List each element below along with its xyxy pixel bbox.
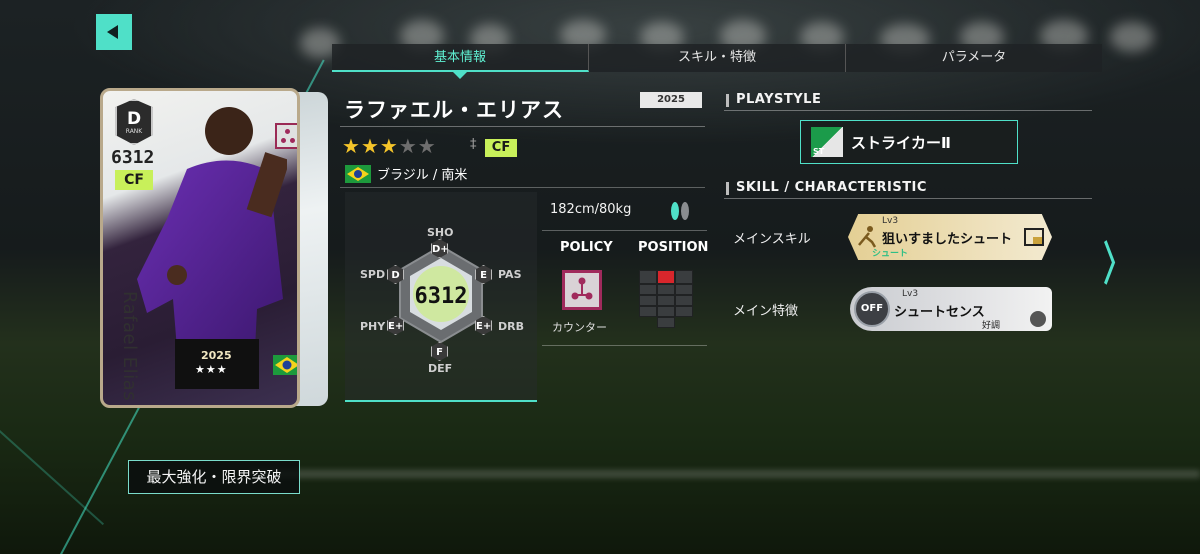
- counter-policy-icon: [562, 270, 602, 310]
- counter-policy-icon: [275, 123, 297, 149]
- card-overall-rating: 6312: [111, 147, 155, 168]
- back-button[interactable]: [96, 14, 132, 50]
- trait-level: Lv3: [902, 289, 919, 299]
- nation-row: ブラジル / 南米: [345, 164, 467, 183]
- rank-label: RANK: [125, 127, 143, 135]
- divider: [340, 126, 705, 127]
- stat-label-pas: PAS: [498, 268, 522, 281]
- condition-face-icon: [1030, 311, 1046, 327]
- striker-playstyle-icon: ST: [811, 127, 843, 157]
- divider: [724, 110, 1092, 111]
- main-skill-button[interactable]: Lv3 狙いすましたシュート シュート: [848, 214, 1052, 260]
- main-skill-label: メインスキル: [733, 232, 811, 247]
- height-weight: 182cm/80kg: [550, 202, 632, 217]
- stat-label-sho: SHO: [427, 226, 454, 239]
- main-trait-button[interactable]: OFF Lv3 シュートセンス 好調: [850, 287, 1052, 331]
- stat-label-drb: DRB: [498, 320, 524, 333]
- stat-label-def: DEF: [428, 362, 453, 375]
- card-position-tag: CF: [115, 170, 153, 190]
- card-front: D RANK 6312 CF Rafael Elias 2025 ★★★: [100, 88, 300, 408]
- tab-parameters[interactable]: パラメータ: [846, 44, 1102, 72]
- brazil-flag-icon: [345, 164, 371, 183]
- max-upgrade-button[interactable]: 最大強化・限界突破: [128, 460, 300, 494]
- star-empty-icon: ★: [417, 134, 437, 158]
- stat-label-spd: SPD: [360, 268, 386, 281]
- star-icon: ★: [342, 134, 361, 158]
- offense-badge: OFF: [854, 291, 890, 327]
- card-stars: ★★★: [195, 363, 228, 376]
- star-icon: ★: [360, 134, 380, 158]
- main-trait-label: メイン特徴: [733, 304, 799, 319]
- tab-basic-info[interactable]: 基本情報: [332, 44, 589, 79]
- goal-icon: [1024, 228, 1044, 246]
- star-empty-icon: ★: [398, 134, 418, 158]
- preferred-foot-icon: [671, 202, 689, 220]
- decorative-line: [0, 430, 105, 526]
- back-arrow-icon: [107, 25, 118, 39]
- overall-rating: 6312: [414, 284, 468, 309]
- nation-label: ブラジル / 南米: [377, 168, 468, 183]
- position-map: [639, 270, 693, 328]
- skill-heading: SKILL / CHARACTERISTIC: [726, 180, 927, 195]
- star-icon: ★: [379, 134, 399, 158]
- skill-name: 狙いすましたシュート: [882, 232, 1013, 247]
- position-title: POSITION: [638, 240, 709, 255]
- season-badge: 2025: [640, 92, 702, 108]
- pitch-line: [250, 470, 1200, 478]
- policy-title: POLICY: [560, 240, 613, 255]
- rarity-stars: ★★★★★: [342, 134, 437, 158]
- divider: [340, 187, 705, 188]
- next-player-arrow-icon[interactable]: 〉: [1103, 228, 1131, 294]
- card-player-name: Rafael Elias: [119, 291, 140, 402]
- playstyle-badge: ST: [813, 147, 825, 156]
- divider: [542, 230, 707, 231]
- tab-skills-traits[interactable]: スキル・特徴: [589, 44, 846, 72]
- position-badge: CF: [485, 139, 517, 157]
- stat-hexagon-panel: SHO D+ PAS E DRB E+ DEF F PHY E+ SPD D 6…: [345, 192, 537, 402]
- rank-letter: D: [126, 108, 142, 129]
- stat-label-phy: PHY: [360, 320, 386, 333]
- policy-label: カウンター: [552, 321, 607, 334]
- tab-bar: 基本情報 スキル・特徴 パラメータ: [332, 44, 1102, 79]
- skill-type: シュート: [872, 249, 909, 259]
- plus-icon: ‡: [470, 137, 477, 152]
- brazil-flag-icon: [273, 355, 297, 375]
- trait-name: シュートセンス: [894, 305, 985, 320]
- playstyle-button[interactable]: ST ストライカーⅡ: [800, 120, 1018, 164]
- trait-condition: 好調: [982, 321, 1001, 331]
- playstyle-heading: PLAYSTYLE: [726, 92, 821, 107]
- divider: [724, 198, 1092, 199]
- playstyle-label: ストライカーⅡ: [851, 133, 951, 152]
- divider: [542, 345, 707, 346]
- skill-level: Lv3: [882, 216, 899, 226]
- player-name: ラファエル・エリアス: [344, 98, 564, 122]
- player-card: D RANK 6312 CF Rafael Elias 2025 ★★★: [100, 88, 330, 408]
- card-year: 2025: [201, 349, 232, 362]
